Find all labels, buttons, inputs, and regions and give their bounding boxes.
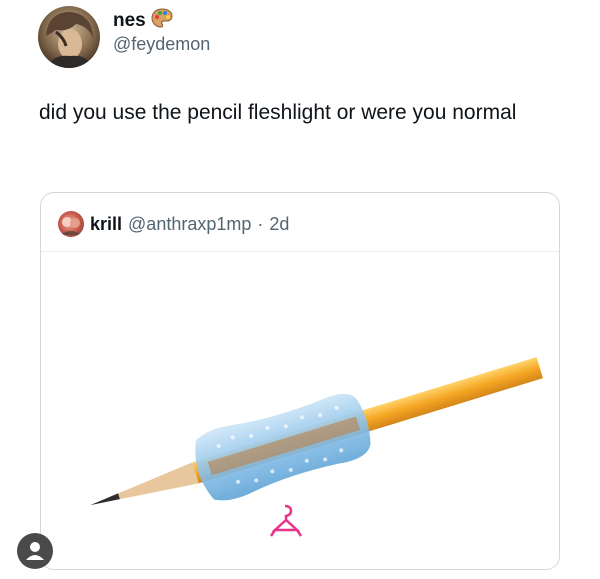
quoted-tweet-image[interactable] bbox=[41, 251, 559, 569]
quoted-author-name[interactable]: krill bbox=[90, 213, 122, 235]
quoted-separator: · bbox=[257, 214, 264, 234]
quoted-tweet-header: krill @anthraxp1mp · 2d bbox=[58, 211, 289, 237]
quoted-author-avatar[interactable] bbox=[58, 211, 84, 237]
hanger-watermark-icon bbox=[269, 504, 303, 537]
tweet-text: did you use the pencil fleshlight or wer… bbox=[39, 101, 517, 124]
quoted-author-handle[interactable]: @anthraxp1mp bbox=[128, 213, 251, 235]
author-avatar[interactable] bbox=[38, 6, 100, 68]
quoted-author-avatar-image bbox=[60, 217, 82, 235]
author-display-name[interactable]: nes bbox=[113, 10, 146, 32]
author-name-row: nes bbox=[113, 8, 173, 34]
palette-icon bbox=[151, 8, 173, 34]
author-handle[interactable]: @feydemon bbox=[113, 33, 210, 55]
author-avatar-image bbox=[46, 12, 93, 68]
quoted-tweet-card[interactable]: krill @anthraxp1mp · 2d bbox=[40, 192, 560, 570]
quoted-timestamp[interactable]: 2d bbox=[269, 213, 289, 235]
pencil-grip-photo bbox=[90, 357, 543, 537]
user-icon[interactable] bbox=[17, 533, 53, 569]
